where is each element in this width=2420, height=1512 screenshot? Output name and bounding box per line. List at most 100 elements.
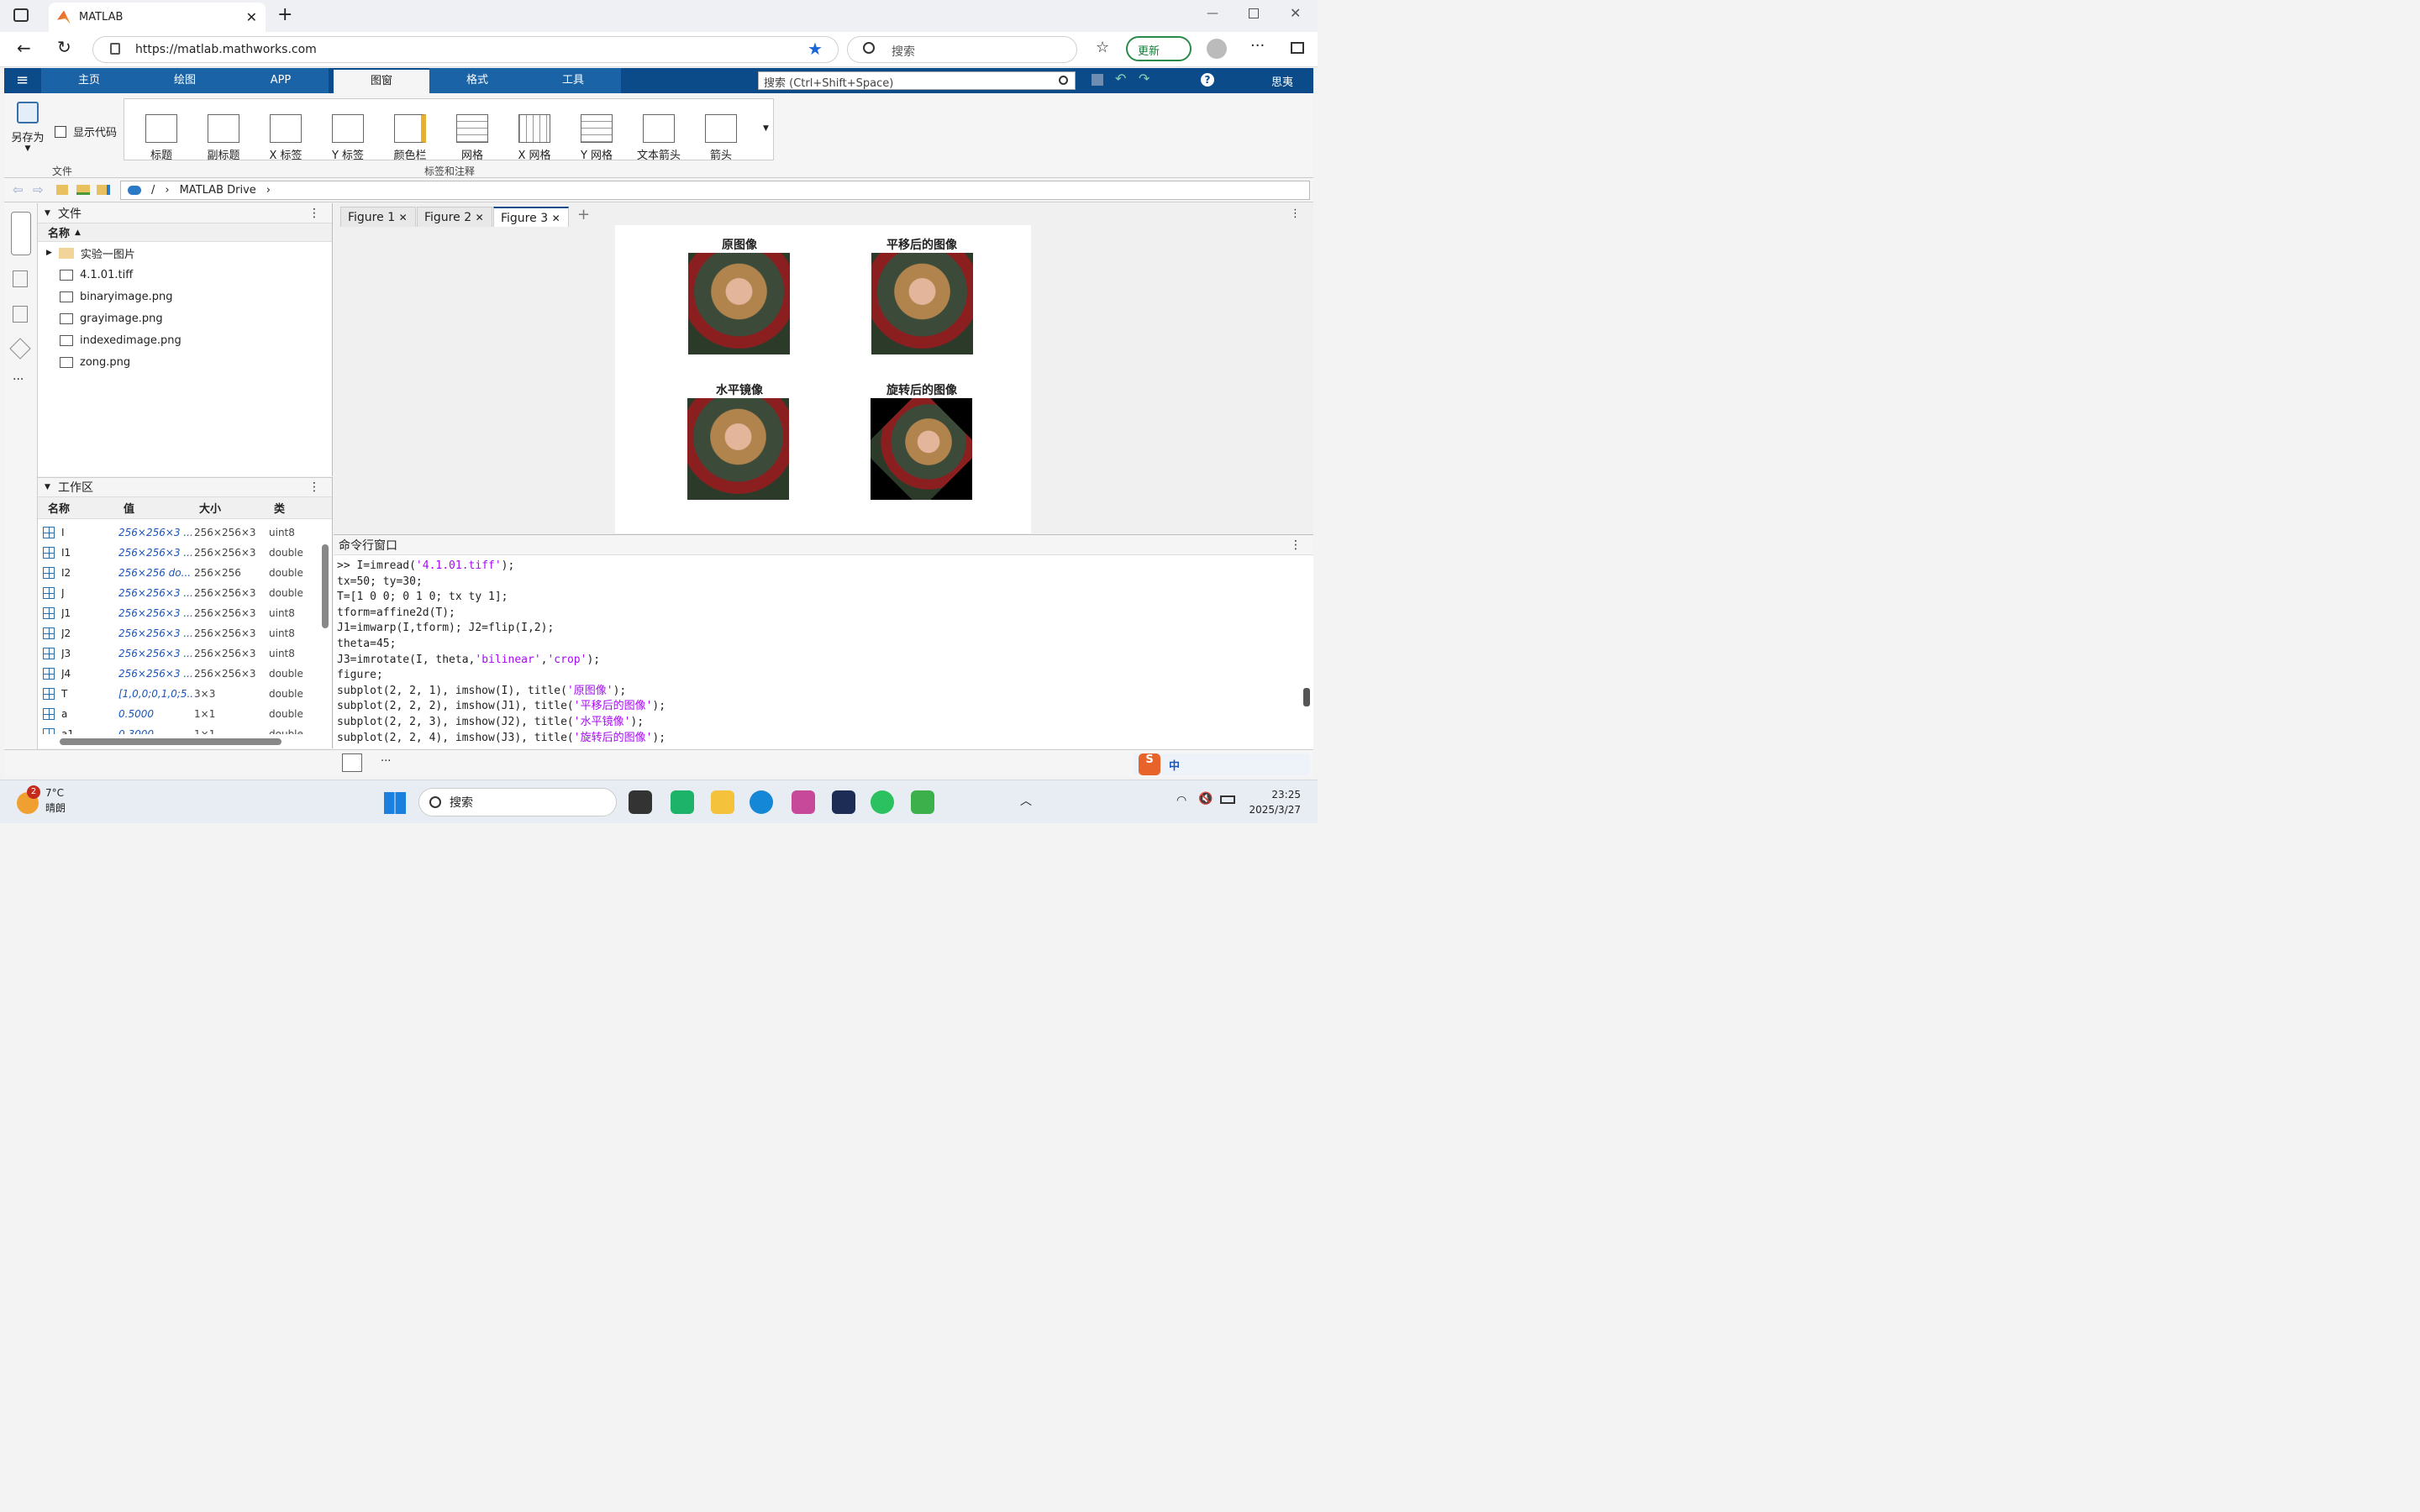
add-figure-icon[interactable]: +	[577, 206, 590, 223]
profile-avatar[interactable]	[1207, 39, 1227, 59]
tab-actions-icon[interactable]	[13, 8, 29, 22]
col-name[interactable]: 名称	[38, 500, 113, 516]
close-tab-icon[interactable]: ✕	[246, 9, 257, 25]
wechat-icon[interactable]	[871, 790, 894, 814]
horizontal-scrollbar[interactable]	[60, 738, 281, 745]
text-arrow-button[interactable]: 文本箭头	[629, 108, 689, 162]
restore-icon[interactable]	[1249, 8, 1259, 18]
expand-icon[interactable]: ▶	[46, 249, 52, 257]
tab-figure[interactable]: 图窗	[334, 70, 429, 93]
table-row[interactable]: J 256×256×3 ... 256×256×3 double	[38, 583, 332, 603]
show-hidden-icon[interactable]: ︿	[1020, 792, 1032, 809]
panel-menu-icon[interactable]: ⋮	[308, 480, 320, 494]
addons-icon[interactable]	[9, 338, 31, 360]
volume-icon[interactable]: 🔇	[1198, 792, 1213, 806]
save-as-button[interactable]: 另存为 ▼	[8, 100, 48, 153]
table-row[interactable]: a 0.5000 1×1 double	[38, 704, 332, 724]
taskbar-search[interactable]: 搜索	[418, 788, 617, 816]
file-explorer-icon[interactable]	[711, 790, 734, 814]
table-row[interactable]: J3 256×256×3 ... 256×256×3 uint8	[38, 643, 332, 664]
update-button[interactable]: 更新	[1126, 36, 1192, 61]
tab-format[interactable]: 格式	[429, 68, 525, 93]
wifi-icon[interactable]: ◠	[1176, 794, 1186, 807]
tab-plots[interactable]: 绘图	[137, 68, 233, 93]
xgrid-button[interactable]: X 网格	[504, 108, 565, 162]
app-icon[interactable]	[832, 790, 855, 814]
colorbar-button[interactable]: 颜色栏	[380, 108, 440, 162]
ribbon-expand-icon[interactable]: ▼	[763, 124, 769, 133]
more-panels-icon[interactable]: ···	[13, 373, 24, 386]
list-item[interactable]: ▶ 实验一图片	[38, 242, 332, 264]
figure-tab-1[interactable]: Figure 1 ✕	[340, 207, 416, 227]
title-button[interactable]: 标题	[131, 108, 192, 162]
tab-tools[interactable]: 工具	[525, 68, 621, 93]
col-value[interactable]: 值	[113, 500, 189, 516]
url-field[interactable]: https://matlab.mathworks.com ★	[92, 36, 839, 63]
ygrid-button[interactable]: Y 网格	[566, 108, 627, 162]
wechat-work-icon[interactable]	[671, 790, 694, 814]
col-size[interactable]: 大小	[189, 500, 264, 516]
browser-tab[interactable]: MATLAB ✕	[49, 3, 266, 32]
list-item[interactable]: zong.png	[38, 351, 332, 373]
more-icon[interactable]: ···	[381, 755, 391, 768]
list-item[interactable]: indexedimage.png	[38, 329, 332, 351]
table-row[interactable]: I2 256×256 do... 256×256 double	[38, 563, 332, 583]
tab-apps[interactable]: APP	[233, 68, 329, 93]
forward-arrow-icon[interactable]: ⇨	[33, 182, 44, 197]
minimize-icon[interactable]: —	[1207, 7, 1218, 20]
new-folder-icon[interactable]	[76, 185, 90, 195]
collapse-icon[interactable]: ▼	[45, 483, 50, 491]
task-view-icon[interactable]	[629, 790, 652, 814]
arrow-button[interactable]: 箭头	[691, 108, 751, 162]
back-icon[interactable]: ←	[17, 38, 31, 58]
show-code-checkbox[interactable]: 显示代码	[55, 123, 117, 139]
list-item[interactable]: 4.1.01.tiff	[38, 264, 332, 286]
path-folder[interactable]: MATLAB Drive	[180, 184, 256, 197]
clock[interactable]: 23:25 2025/3/27	[1249, 787, 1301, 817]
close-window-icon[interactable]: ✕	[1290, 5, 1301, 21]
user-name[interactable]: 思夷	[1271, 73, 1293, 89]
undo-icon[interactable]: ↶	[1115, 71, 1126, 87]
grid-button[interactable]: 网格	[442, 108, 502, 162]
files-panel-icon[interactable]	[11, 212, 31, 255]
favorites-icon[interactable]: ☆	[1096, 39, 1109, 56]
table-row[interactable]: a1 0.3000 1×1 double	[38, 724, 332, 734]
ime-toolbar[interactable]: S 中	[1134, 753, 1310, 775]
snipping-tool-icon[interactable]	[792, 790, 815, 814]
up-folder-icon[interactable]	[56, 185, 68, 195]
panel-menu-icon[interactable]: ⋮	[1290, 538, 1302, 552]
ylabel-button[interactable]: Y 标签	[318, 108, 378, 162]
list-item[interactable]: binaryimage.png	[38, 286, 332, 307]
matlab-search-field[interactable]: 搜索 (Ctrl+Shift+Space)	[758, 71, 1076, 90]
xlabel-button[interactable]: X 标签	[255, 108, 316, 162]
refresh-icon[interactable]: ↻	[57, 37, 71, 57]
start-icon[interactable]	[384, 792, 406, 814]
screen-app-icon[interactable]	[911, 790, 934, 814]
close-icon[interactable]: ✕	[399, 212, 408, 223]
vertical-scrollbar[interactable]	[322, 544, 329, 628]
close-icon[interactable]: ✕	[552, 213, 560, 224]
browse-folder-icon[interactable]	[97, 185, 110, 195]
table-row[interactable]: J2 256×256×3 ... 256×256×3 uint8	[38, 623, 332, 643]
close-icon[interactable]: ✕	[476, 212, 484, 223]
col-class[interactable]: 类	[264, 500, 318, 516]
command-prompt-icon[interactable]	[342, 753, 362, 772]
history-icon[interactable]	[13, 306, 28, 323]
command-scrollbar[interactable]	[1303, 688, 1310, 706]
save-icon[interactable]	[1092, 74, 1103, 86]
table-row[interactable]: I1 256×256×3 ... 256×256×3 double	[38, 543, 332, 563]
table-row[interactable]: J1 256×256×3 ... 256×256×3 uint8	[38, 603, 332, 623]
editor-icon[interactable]	[13, 270, 28, 287]
sidebar-icon[interactable]	[1291, 42, 1304, 54]
figure-tab-3[interactable]: Figure 3 ✕	[493, 207, 569, 227]
edge-icon[interactable]	[750, 790, 773, 814]
list-item[interactable]: grayimage.png	[38, 307, 332, 329]
tab-home[interactable]: 主页	[41, 68, 137, 93]
help-icon[interactable]: ?	[1201, 73, 1214, 87]
table-row[interactable]: T [1,0,0;0,1,0;5... 3×3 double	[38, 684, 332, 704]
command-window[interactable]: 命令行窗口 ⋮ >> I=imread('4.1.01.tiff'); tx=50;…	[334, 534, 1313, 749]
more-icon[interactable]: ···	[1250, 37, 1265, 55]
menu-icon[interactable]: ≡	[16, 71, 29, 89]
panel-menu-icon[interactable]: ⋮	[308, 207, 320, 220]
path-field[interactable]: / › MATLAB Drive ›	[120, 181, 1310, 200]
